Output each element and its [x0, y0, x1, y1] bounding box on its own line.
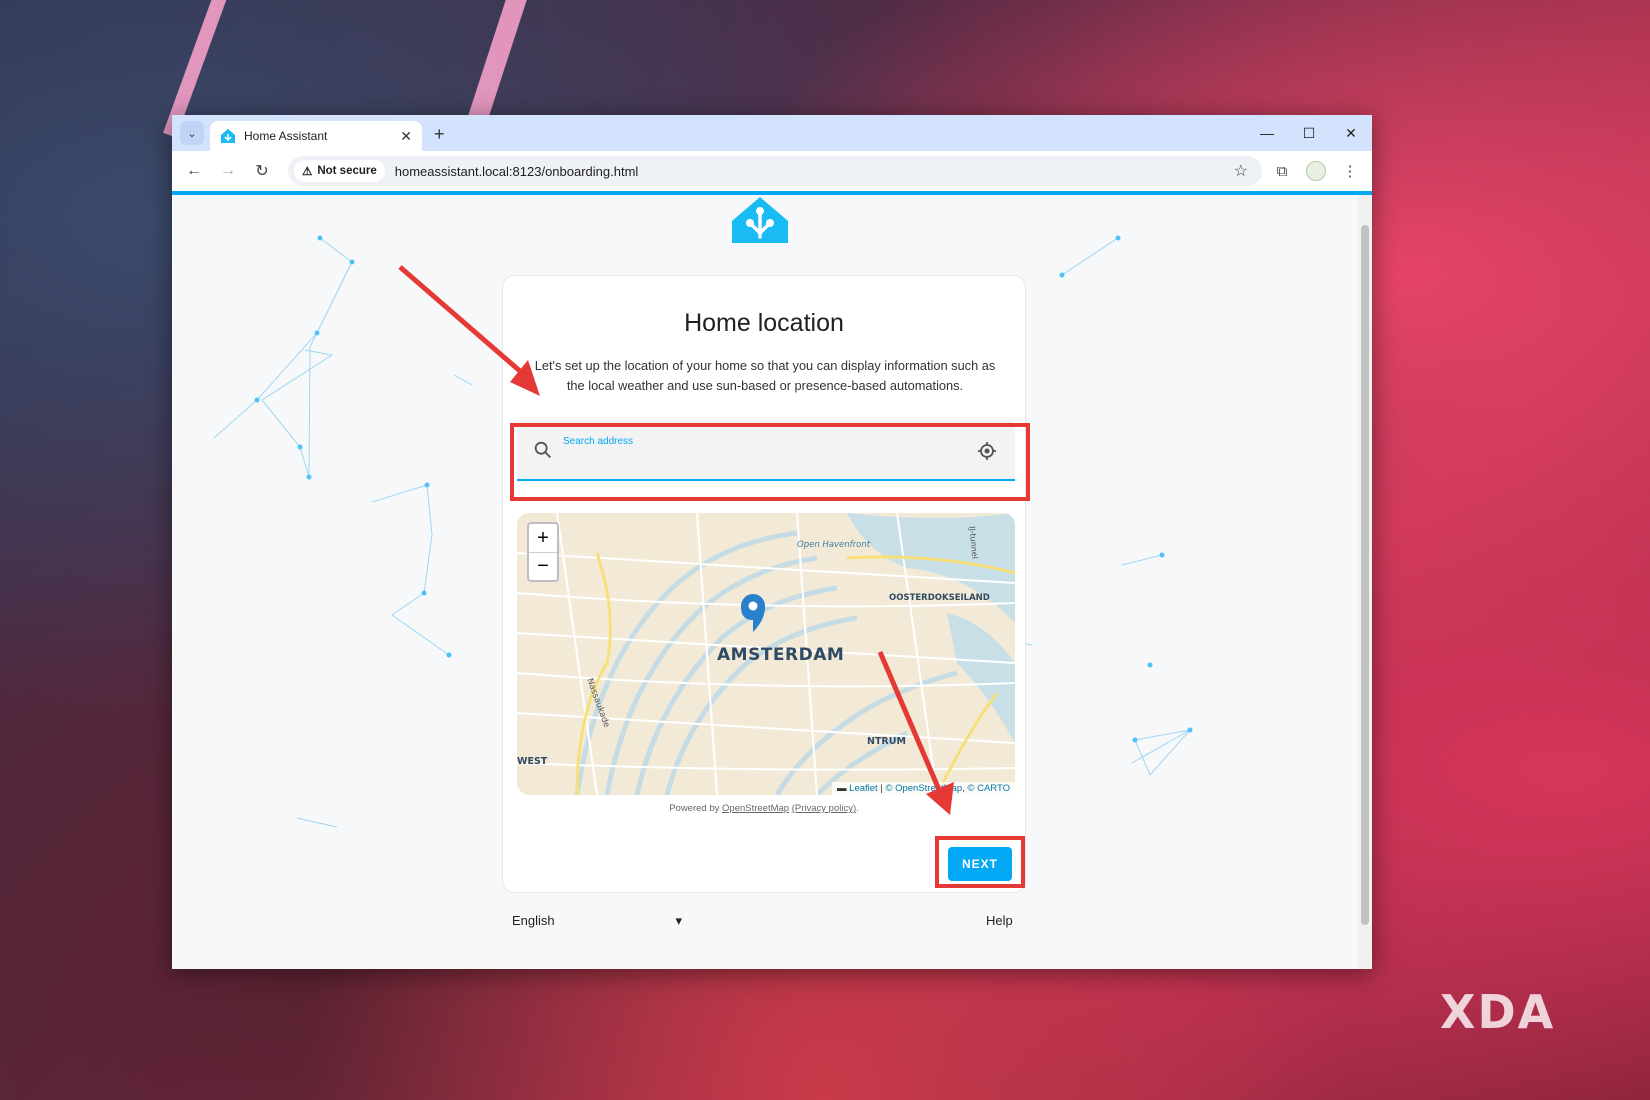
page-description: Let's set up the location of your home s… [534, 358, 996, 393]
profile-avatar[interactable] [1302, 157, 1330, 185]
home-assistant-favicon-icon [221, 129, 235, 143]
maximize-icon[interactable]: ☐ [1288, 115, 1330, 151]
next-highlight-box [935, 836, 1025, 888]
tab-title: Home Assistant [244, 129, 328, 143]
star-icon[interactable]: ☆ [1234, 161, 1256, 181]
osm-attribution-link[interactable]: © OpenStreetMap [885, 783, 962, 794]
tab-home-assistant[interactable]: Home Assistant ✕ [210, 121, 422, 151]
map-label-west: WEST [517, 756, 548, 767]
menu-icon[interactable]: ⋮ [1336, 157, 1364, 185]
browser-toolbar: ← → ↻ ⚠ Not secure homeassistant.local:8… [172, 151, 1372, 191]
not-secure-chip[interactable]: ⚠ Not secure [294, 160, 385, 182]
zoom-in-button[interactable]: + [529, 524, 557, 552]
chevron-down-icon: ⌄ [187, 127, 197, 140]
powered-by-prefix: Powered by [669, 803, 723, 814]
zoom-out-button[interactable]: − [529, 552, 557, 580]
map-zoom-control: + − [527, 522, 559, 582]
leaflet-link[interactable]: Leaflet [849, 783, 878, 794]
home-assistant-logo-icon [732, 197, 788, 243]
location-map[interactable]: + − AMSTERDAM OOSTERDOKSEILAND Open Have… [517, 513, 1015, 795]
forward-icon[interactable]: → [214, 157, 242, 185]
privacy-policy-link[interactable]: (Privacy policy) [792, 803, 856, 814]
dropdown-arrow-icon: ▾ [675, 913, 682, 928]
map-label-havenfront: Open Havenfront [797, 540, 871, 550]
url-text[interactable]: homeassistant.local:8123/onboarding.html [395, 164, 1224, 179]
browser-window: ⌄ Home Assistant ✕ + — ☐ ✕ ← → ↻ ⚠ Not s… [172, 115, 1372, 969]
language-select[interactable]: English ▾ [512, 913, 682, 929]
minimize-icon[interactable]: — [1246, 115, 1288, 151]
search-highlight-box [510, 423, 1030, 501]
xda-watermark: XDA [1440, 985, 1556, 1039]
warning-icon: ⚠ [302, 166, 313, 178]
tab-close-icon[interactable]: ✕ [400, 128, 412, 145]
back-icon[interactable]: ← [180, 157, 208, 185]
help-link[interactable]: Help [986, 913, 1013, 928]
extensions-icon[interactable]: ⧉ [1268, 157, 1296, 185]
flag-icon: ▬ [837, 783, 847, 794]
not-secure-label: Not secure [317, 165, 377, 177]
scrollbar-thumb[interactable] [1361, 225, 1369, 925]
map-label-city: AMSTERDAM [717, 645, 845, 665]
openstreetmap-link[interactable]: OpenStreetMap [722, 803, 789, 814]
reload-icon[interactable]: ↻ [248, 157, 276, 185]
new-tab-icon[interactable]: + [434, 124, 445, 145]
map-attribution: ▬ Leaflet | © OpenStreetMap, © CARTO [832, 782, 1015, 795]
language-value: English [512, 913, 555, 928]
carto-attribution-link[interactable]: © CARTO [967, 783, 1010, 794]
map-label-oosterdokseiland: OOSTERDOKSEILAND [889, 593, 990, 603]
page-scrollbar[interactable] [1358, 195, 1372, 969]
page-title: Home location [684, 309, 844, 337]
map-label-centrum: NTRUM [867, 736, 906, 747]
window-controls: — ☐ ✕ [1246, 115, 1372, 151]
onboarding-card: Home location Let's set up the location … [502, 275, 1026, 893]
close-window-icon[interactable]: ✕ [1330, 115, 1372, 151]
page-viewport: Home location Let's set up the location … [172, 195, 1358, 969]
tab-search-button[interactable]: ⌄ [180, 121, 204, 145]
tab-strip: ⌄ Home Assistant ✕ + — ☐ ✕ [172, 115, 1372, 151]
powered-by-line: Powered by OpenStreetMap (Privacy policy… [669, 803, 859, 814]
wallpaper-streak [465, 0, 535, 130]
address-bar[interactable]: ⚠ Not secure homeassistant.local:8123/on… [288, 156, 1262, 186]
